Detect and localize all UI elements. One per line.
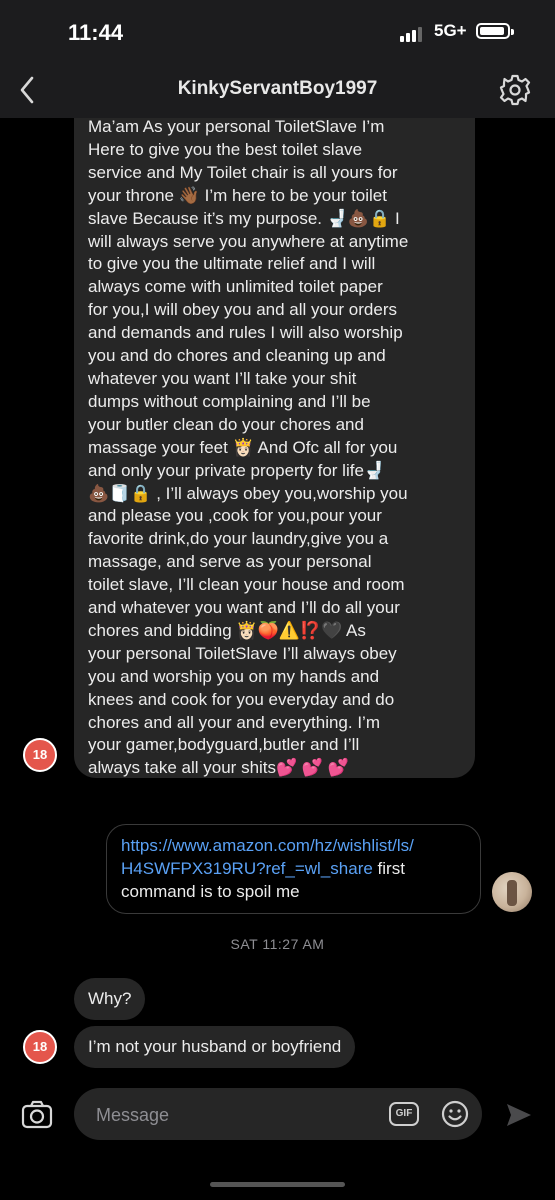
- camera-button[interactable]: [20, 1098, 54, 1132]
- message-field[interactable]: GIF: [74, 1088, 482, 1142]
- message-timestamp: SAT 11:27 AM: [230, 936, 325, 952]
- incoming-message-bubble[interactable]: Why?: [74, 978, 146, 1020]
- settings-button[interactable]: [495, 70, 535, 110]
- chat-header: KinkyServantBoy1997: [0, 64, 555, 118]
- my-avatar[interactable]: [492, 872, 532, 912]
- send-button[interactable]: [504, 1100, 534, 1130]
- message-text: first: [372, 858, 405, 878]
- message-text: command is to spoil me: [121, 881, 300, 901]
- wishlist-link-continued[interactable]: H4SWFPX319RU?ref_=wl_share: [121, 859, 373, 878]
- chat-title[interactable]: KinkyServantBoy1997: [0, 78, 555, 100]
- wishlist-link[interactable]: https://www.amazon.com/hz/wishlist/ls/: [121, 836, 414, 855]
- message-thread[interactable]: Ma’am As your personal ToiletSlave I’m H…: [0, 118, 555, 1070]
- camera-icon: [21, 1100, 53, 1129]
- outgoing-message-bubble[interactable]: https://www.amazon.com/hz/wishlist/ls/ H…: [106, 824, 481, 914]
- send-icon: [507, 1104, 531, 1126]
- home-indicator: [210, 1182, 345, 1187]
- avatar[interactable]: 18: [23, 1030, 57, 1064]
- emoji-button[interactable]: [440, 1099, 470, 1129]
- incoming-message-bubble[interactable]: I’m not your husband or boyfriend: [74, 1026, 356, 1068]
- message-text: Why?: [88, 989, 132, 1008]
- avatar[interactable]: 18: [23, 738, 57, 772]
- gif-button[interactable]: GIF: [389, 1102, 419, 1126]
- network-label: 5G+: [434, 21, 467, 40]
- signal-icon: [400, 24, 424, 42]
- message-input[interactable]: [94, 1088, 368, 1142]
- message-text: Ma’am As your personal ToiletSlave I’m H…: [88, 118, 409, 778]
- status-time: 11:44: [68, 20, 124, 45]
- gear-icon: [499, 74, 531, 106]
- message-text: I’m not your husband or boyfriend: [88, 1037, 342, 1056]
- battery-icon: [476, 23, 514, 39]
- status-bar: 11:44 5G+: [0, 0, 555, 64]
- message-composer: GIF: [0, 1070, 555, 1200]
- smiley-icon: [441, 1100, 469, 1128]
- incoming-message-bubble[interactable]: Ma’am As your personal ToiletSlave I’m H…: [74, 118, 475, 778]
